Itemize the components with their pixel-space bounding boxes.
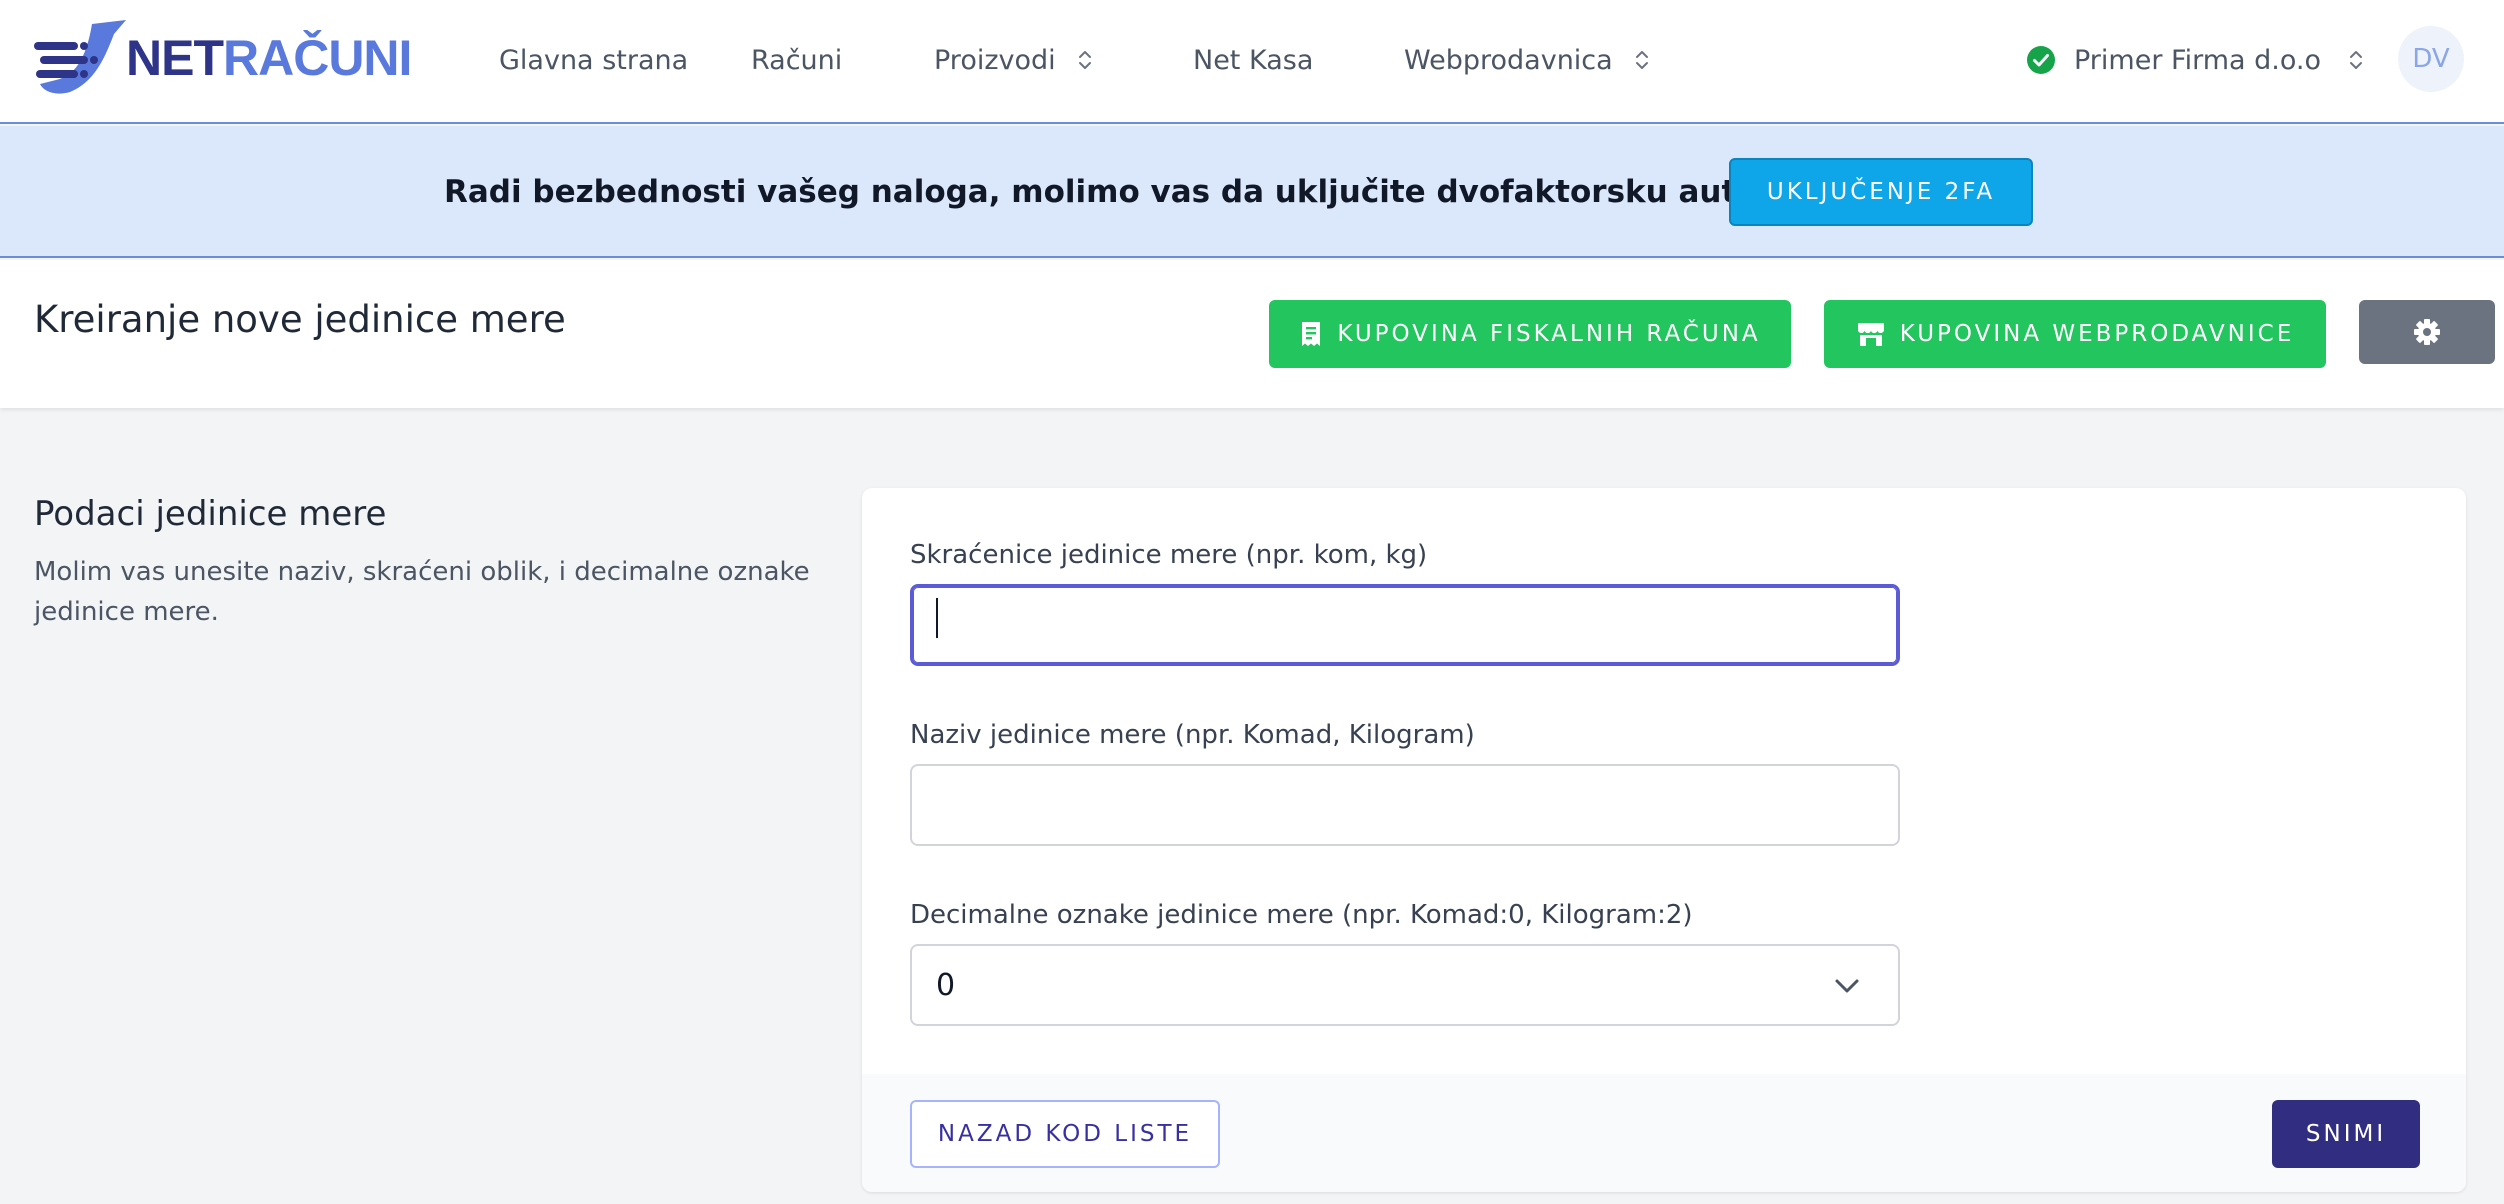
banner-message: Radi bezbednosti vašeg naloga, molimo va… xyxy=(444,174,1923,210)
nav-item-home-label: Glavna strana xyxy=(499,44,689,76)
nav-item-home[interactable]: Glavna strana xyxy=(499,38,688,82)
buy-fiscal-receipts-label: KUPOVINA FISKALNIH RAČUNA xyxy=(1337,321,1761,347)
store-icon xyxy=(1857,323,1884,346)
back-to-list-button[interactable]: NAZAD KOD LISTE xyxy=(910,1100,1220,1168)
logo[interactable]: NETRAČUNI xyxy=(34,20,414,96)
nav-item-invoices[interactable]: Računi xyxy=(751,38,842,82)
logo-text-racuni: RAČUNI xyxy=(223,30,412,86)
nav-item-net-kasa[interactable]: Net Kasa xyxy=(1193,38,1313,82)
logo-text: NETRAČUNI xyxy=(126,30,412,86)
decimals-select[interactable]: 0 xyxy=(910,944,1900,1026)
receipt-icon xyxy=(1302,322,1321,346)
chevron-down-icon xyxy=(1835,979,1859,993)
company-name: Primer Firma d.o.o xyxy=(2074,44,2321,76)
abbreviation-input[interactable] xyxy=(910,584,1900,666)
unit-name-label: Naziv jedinice mere (npr. Komad, Kilogra… xyxy=(910,720,1475,750)
nav-item-invoices-label: Računi xyxy=(751,44,843,76)
nav-item-net-kasa-label: Net Kasa xyxy=(1193,44,1314,76)
buy-fiscal-receipts-button[interactable]: KUPOVINA FISKALNIH RAČUNA xyxy=(1269,300,1791,368)
chevron-up-down-icon xyxy=(2350,51,2362,69)
page-header: Kreiranje nove jedinice mere KUPOVINA FI… xyxy=(0,260,2504,408)
top-navigation: NETRAČUNI Glavna strana Računi Proizvodi… xyxy=(0,0,2504,124)
buy-webshop-button[interactable]: KUPOVINA WEBPRODAVNICE xyxy=(1824,300,2326,368)
logo-text-net: NET xyxy=(126,30,224,86)
buy-webshop-label: KUPOVINA WEBPRODAVNICE xyxy=(1899,321,2295,347)
logo-mark-icon xyxy=(34,20,126,94)
section-title: Podaci jedinice mere xyxy=(34,494,387,534)
nav-item-webshop[interactable]: Webprodavnica xyxy=(1404,38,1649,82)
text-caret xyxy=(936,598,938,638)
decimals-selected-value: 0 xyxy=(936,967,956,1003)
company-selector[interactable]: Primer Firma d.o.o xyxy=(2026,38,2363,82)
form-footer: NAZAD KOD LISTE SNIMI xyxy=(862,1074,2466,1192)
save-button[interactable]: SNIMI xyxy=(2272,1100,2420,1168)
gear-icon xyxy=(2414,319,2440,345)
enable-2fa-button[interactable]: UKLJUČENJE 2FA xyxy=(1729,158,2033,226)
decimals-label: Decimalne oznake jedinice mere (npr. Kom… xyxy=(910,900,1693,930)
check-circle-icon xyxy=(2027,46,2055,74)
section-description: Molim vas unesite naziv, skraćeni oblik,… xyxy=(34,557,810,627)
page-title: Kreiranje nove jedinice mere xyxy=(34,298,566,341)
chevron-up-down-icon xyxy=(1078,51,1091,69)
avatar-initials: DV xyxy=(2412,44,2450,74)
unit-form-card: Skraćenice jedinice mere (npr. kom, kg) … xyxy=(862,488,2466,1192)
avatar[interactable]: DV xyxy=(2398,26,2464,92)
unit-name-input[interactable] xyxy=(910,764,1900,846)
nav-item-products[interactable]: Proizvodi xyxy=(934,38,1092,82)
chevron-up-down-icon xyxy=(1635,51,1648,69)
nav-item-webshop-label: Webprodavnica xyxy=(1404,44,1613,76)
abbreviation-label: Skraćenice jedinice mere (npr. kom, kg) xyxy=(910,540,1428,570)
settings-button[interactable] xyxy=(2359,300,2495,364)
nav-item-products-label: Proizvodi xyxy=(934,44,1056,76)
security-banner: Radi bezbednosti vašeg naloga, molimo va… xyxy=(0,126,2504,258)
